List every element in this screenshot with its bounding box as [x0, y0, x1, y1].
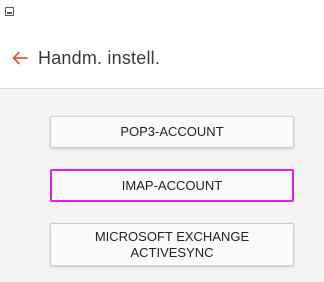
status-bar	[0, 0, 324, 30]
pop3-account-button[interactable]: POP3-ACCOUNT	[50, 116, 294, 148]
exchange-label-line1: MICROSOFT EXCHANGE	[94, 228, 250, 244]
notification-icon	[5, 7, 14, 16]
imap-account-label: IMAP-ACCOUNT	[121, 177, 223, 193]
pop3-account-label: POP3-ACCOUNT	[120, 124, 224, 139]
page-title: Handm. instell.	[38, 48, 161, 68]
exchange-activesync-button[interactable]: MICROSOFT EXCHANGE ACTIVESYNC	[50, 223, 294, 266]
app-bar: Handm. instell.	[0, 30, 324, 88]
imap-account-button[interactable]: IMAP-ACCOUNT	[50, 169, 294, 202]
account-type-list: POP3-ACCOUNT IMAP-ACCOUNT MICROSOFT EXCH…	[0, 89, 324, 282]
exchange-activesync-label: MICROSOFT EXCHANGE ACTIVESYNC	[95, 229, 249, 261]
back-arrow-icon[interactable]	[10, 48, 30, 68]
exchange-label-line2: ACTIVESYNC	[130, 244, 214, 260]
